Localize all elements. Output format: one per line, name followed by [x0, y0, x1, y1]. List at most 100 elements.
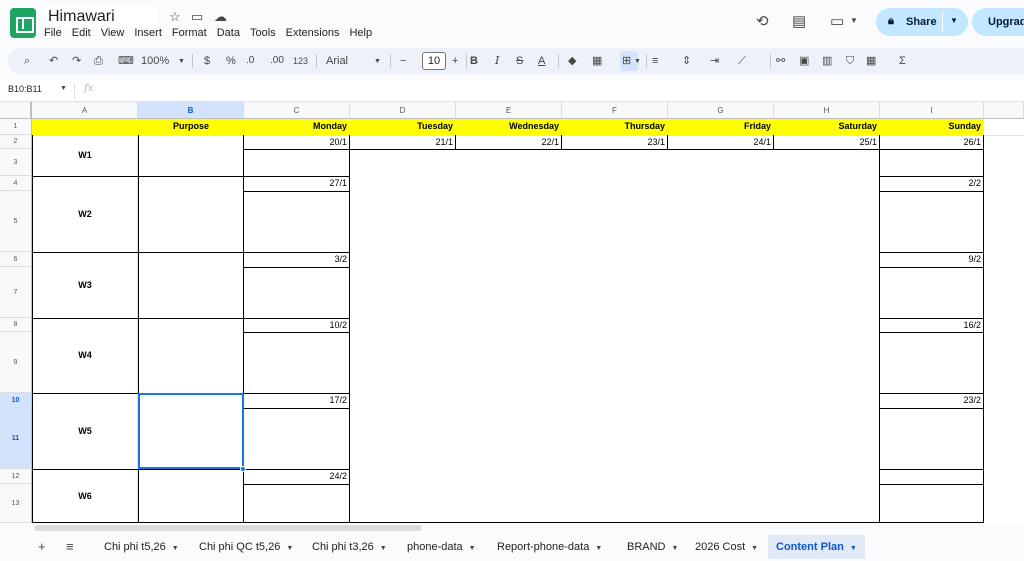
text-color-icon[interactable]: A — [538, 53, 545, 69]
insert-link-icon[interactable]: ⚯ — [776, 53, 785, 69]
date-cell-c10[interactable]: 17/2 — [244, 393, 350, 408]
date-cell-f2[interactable]: 23/1 — [562, 135, 668, 149]
font-select[interactable]: Arial — [326, 53, 348, 69]
column-header-e[interactable]: E — [456, 102, 562, 119]
add-sheet-icon[interactable]: + — [38, 539, 46, 554]
star-icon[interactable]: ☆ — [169, 9, 181, 25]
row-header-9[interactable]: 9 — [0, 332, 32, 393]
header-wednesday[interactable]: Wednesday — [456, 119, 562, 135]
currency-format-button[interactable]: $ — [204, 53, 210, 69]
column-header-g[interactable]: G — [668, 102, 774, 119]
undo-icon[interactable]: ↶ — [49, 53, 58, 69]
column-header-j[interactable] — [984, 102, 1024, 119]
header-cell-a1[interactable] — [32, 119, 138, 135]
sheet-tab-report-phone-data[interactable]: Report-phone-data ▼ — [497, 535, 602, 559]
filter-views-icon[interactable]: ▦ — [866, 53, 876, 69]
functions-icon[interactable]: Σ — [899, 53, 906, 69]
date-cell-i2[interactable]: 26/1 — [880, 135, 984, 149]
column-header-f[interactable]: F — [562, 102, 668, 119]
selected-range-b10-b11[interactable] — [138, 393, 244, 469]
date-cell-g2[interactable]: 24/1 — [668, 135, 774, 149]
date-cell-c2[interactable]: 20/1 — [244, 135, 350, 149]
header-thursday[interactable]: Thursday — [562, 119, 668, 135]
date-cell-i6[interactable]: 9/2 — [880, 252, 984, 267]
sheets-logo-icon[interactable] — [10, 8, 36, 38]
date-cell-c4[interactable]: 27/1 — [244, 176, 350, 191]
search-menus-icon[interactable]: ⌕ — [24, 53, 30, 69]
menu-file[interactable]: File — [44, 26, 67, 40]
document-title[interactable]: Himawari — [44, 6, 158, 28]
column-header-a[interactable]: A — [32, 102, 138, 119]
sheet-tab-2026-cost[interactable]: 2026 Cost ▼ — [695, 535, 758, 559]
horizontal-align-icon[interactable]: ≡ — [652, 53, 658, 69]
header-sunday[interactable]: Sunday — [880, 119, 984, 135]
menu-format[interactable]: Format — [167, 26, 212, 40]
cloud-status-icon[interactable]: ☁ — [214, 9, 227, 25]
row-header-1[interactable]: 1 — [0, 119, 32, 135]
borders-icon[interactable]: ▦ — [592, 53, 602, 69]
date-cell-e2[interactable]: 22/1 — [456, 135, 562, 149]
select-all-corner[interactable] — [0, 102, 32, 119]
row-header-11[interactable]: 11 — [0, 408, 32, 469]
row-header-4[interactable]: 4 — [0, 176, 32, 191]
insert-comment-icon[interactable]: ▣ — [799, 53, 809, 69]
week-label-w5[interactable]: W5 — [32, 393, 138, 469]
zoom-select[interactable]: 100% — [141, 53, 169, 69]
insert-chart-icon[interactable]: ▥ — [822, 53, 832, 69]
header-tuesday[interactable]: Tuesday — [350, 119, 456, 135]
sheet-tab-brand[interactable]: BRAND ▼ — [627, 535, 678, 559]
share-dropdown-icon[interactable]: ▼ — [950, 16, 958, 25]
column-header-b[interactable]: B — [138, 102, 244, 119]
sheet-tab-chi-phi-t5[interactable]: Chi phi t5,26 ▼ — [104, 535, 179, 559]
row-header-13[interactable]: 13 — [0, 484, 32, 523]
name-box-dropdown-icon[interactable]: ▼ — [60, 85, 67, 92]
date-cell-c12[interactable]: 24/2 — [244, 469, 350, 484]
spreadsheet-grid[interactable]: A B C D E F G H I 1 2 3 4 5 6 7 8 9 10 1… — [0, 102, 1024, 523]
row-header-10[interactable]: 10 — [0, 393, 32, 408]
week-label-w1[interactable]: W1 — [32, 135, 138, 176]
all-sheets-icon[interactable]: ≡ — [66, 539, 74, 554]
date-cell-d2[interactable]: 21/1 — [350, 135, 456, 149]
text-rotation-icon[interactable]: ⟋ — [738, 53, 746, 69]
redo-icon[interactable]: ↷ — [72, 53, 81, 69]
sheet-tab-phone-data[interactable]: phone-data ▼ — [407, 535, 476, 559]
name-box[interactable]: B10:B11 — [8, 84, 42, 94]
menu-data[interactable]: Data — [212, 26, 245, 40]
sheet-tab-content-plan[interactable]: Content Plan ▼ — [768, 535, 865, 559]
week-label-w4[interactable]: W4 — [32, 318, 138, 393]
text-wrapping-icon[interactable]: ⇥ — [710, 53, 719, 69]
share-button[interactable]: 🔒︎ Share ▼ — [876, 8, 968, 36]
row-header-6[interactable]: 6 — [0, 252, 32, 267]
move-folder-icon[interactable]: ▭ — [191, 9, 203, 25]
vertical-align-icon[interactable]: ⇕ — [682, 53, 691, 69]
week-label-w2[interactable]: W2 — [32, 176, 138, 252]
row-header-8[interactable]: 8 — [0, 318, 32, 332]
header-saturday[interactable]: Saturday — [774, 119, 880, 135]
strikethrough-icon[interactable]: S — [516, 53, 523, 69]
font-dropdown-icon[interactable]: ▼ — [374, 54, 381, 70]
percent-format-button[interactable]: % — [226, 53, 236, 69]
header-monday[interactable]: Monday — [244, 119, 350, 135]
row-header-2[interactable]: 2 — [0, 135, 32, 149]
sheet-tab-chi-phi-t3[interactable]: Chi phi t3,26 ▼ — [312, 535, 387, 559]
date-cell-i8[interactable]: 16/2 — [880, 318, 984, 332]
version-history-icon[interactable]: ⟲ — [756, 12, 769, 30]
print-icon[interactable]: ⎙ — [94, 53, 103, 69]
font-size-input[interactable]: 10 — [422, 52, 446, 70]
merge-cells-icon[interactable]: ⊞ — [622, 53, 631, 69]
menu-help[interactable]: Help — [344, 26, 377, 40]
upgrade-button[interactable]: Upgrad — [972, 8, 1024, 36]
meet-dropdown-icon[interactable]: ▼ — [850, 16, 858, 25]
week-label-w6[interactable]: W6 — [32, 469, 138, 523]
date-cell-c8[interactable]: 10/2 — [244, 318, 350, 332]
header-friday[interactable]: Friday — [668, 119, 774, 135]
menu-extensions[interactable]: Extensions — [281, 26, 345, 40]
date-cell-c6[interactable]: 3/2 — [244, 252, 350, 267]
decrease-font-size-icon[interactable]: − — [400, 53, 406, 69]
bold-icon[interactable]: B — [470, 53, 478, 69]
fill-color-icon[interactable]: ◆ — [568, 53, 576, 69]
week-label-w3[interactable]: W3 — [32, 252, 138, 318]
column-header-c[interactable]: C — [244, 102, 350, 119]
row-header-5[interactable]: 5 — [0, 191, 32, 252]
meet-video-icon[interactable]: ▭ — [830, 12, 844, 30]
